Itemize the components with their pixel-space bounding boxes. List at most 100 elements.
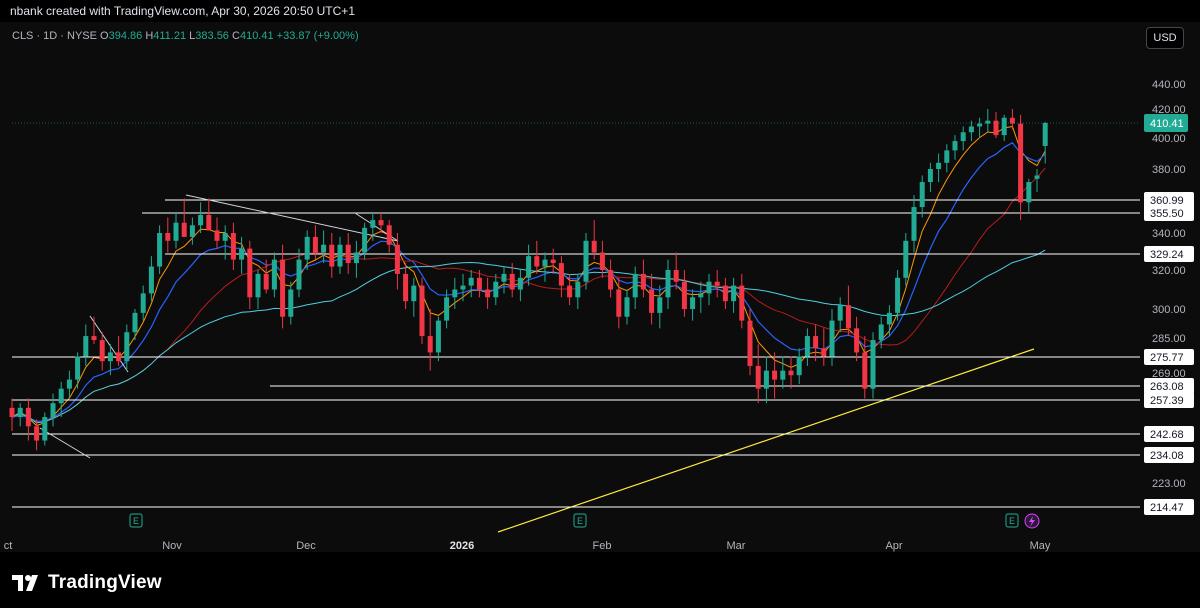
level-tag-label: 242.68 bbox=[1150, 429, 1184, 441]
candle-body bbox=[460, 285, 466, 290]
candle-body bbox=[165, 233, 171, 241]
level-tag-label: 275.77 bbox=[1150, 352, 1184, 364]
level-tag-label: 329.24 bbox=[1150, 249, 1184, 261]
price-tick-label: 440.00 bbox=[1152, 79, 1186, 91]
candle-body bbox=[116, 352, 122, 362]
candle-body bbox=[304, 236, 310, 260]
candle-body bbox=[649, 289, 655, 313]
candle-body bbox=[608, 270, 614, 290]
candle-body bbox=[148, 266, 154, 294]
candle-body bbox=[575, 281, 581, 298]
candle-body bbox=[280, 259, 286, 317]
candle-body bbox=[517, 277, 523, 290]
candle-body bbox=[444, 297, 450, 321]
candle-body bbox=[919, 182, 925, 208]
candle-body bbox=[452, 289, 458, 298]
candle-body bbox=[1034, 175, 1040, 179]
price-tags: 410.41 bbox=[12, 114, 1188, 132]
candle-body bbox=[796, 356, 802, 376]
level-tag-label: 214.47 bbox=[1150, 502, 1184, 514]
candle-body bbox=[804, 336, 810, 357]
candle-body bbox=[1018, 123, 1024, 203]
candle-body bbox=[157, 233, 163, 267]
candle-body bbox=[91, 336, 97, 341]
candle-body bbox=[419, 285, 425, 337]
candle-body bbox=[476, 277, 482, 290]
ohlc-legend[interactable]: CLS · 1D · NYSE O394.86 H411.21 L383.56 … bbox=[12, 30, 359, 42]
candle-body bbox=[542, 259, 548, 267]
candle-body bbox=[230, 233, 236, 260]
price-tick-label: 400.00 bbox=[1152, 133, 1186, 145]
event-markers[interactable]: EEE bbox=[129, 513, 1040, 529]
candle-body bbox=[25, 407, 31, 427]
earnings-label: E bbox=[133, 516, 139, 526]
candle-body bbox=[107, 352, 113, 362]
candle-body bbox=[321, 244, 327, 253]
candle-body bbox=[58, 388, 64, 404]
candle-body bbox=[862, 352, 868, 389]
candle-body bbox=[83, 336, 89, 357]
candle-body bbox=[468, 277, 474, 286]
candle-body bbox=[263, 273, 269, 290]
candle-body bbox=[583, 240, 589, 282]
trend-line bbox=[89, 315, 129, 373]
candle-body bbox=[255, 273, 261, 298]
candle-body bbox=[17, 407, 23, 418]
change-value: +33.87 (+9.00%) bbox=[276, 30, 359, 42]
candle-body bbox=[640, 273, 646, 290]
candlestick-series[interactable] bbox=[9, 109, 1048, 451]
candle-body bbox=[485, 289, 491, 298]
candle-body bbox=[288, 289, 294, 317]
price-tick-label: 340.00 bbox=[1152, 228, 1186, 240]
symbol-label[interactable]: CLS · 1D · NYSE bbox=[12, 30, 97, 42]
trend-line bbox=[39, 427, 91, 459]
candle-body bbox=[829, 320, 835, 357]
candle-body bbox=[181, 222, 187, 237]
candle-body bbox=[378, 220, 384, 226]
candle-body bbox=[567, 285, 573, 298]
candle-body bbox=[698, 293, 704, 298]
candle-body bbox=[403, 273, 409, 302]
candle-body bbox=[140, 293, 146, 313]
time-tick-label: May bbox=[1030, 540, 1051, 552]
candle-body bbox=[198, 214, 204, 226]
candle-body bbox=[1026, 182, 1032, 203]
time-tick-label: Nov bbox=[162, 540, 182, 552]
candle-body bbox=[9, 407, 15, 418]
candle-body bbox=[878, 324, 884, 341]
candle-body bbox=[75, 356, 81, 380]
time-tick-label: Feb bbox=[593, 540, 612, 552]
candle-body bbox=[42, 417, 48, 441]
candle-body bbox=[189, 225, 195, 237]
time-tick-label: Dec bbox=[296, 540, 316, 552]
candle-body bbox=[927, 169, 933, 183]
currency-button[interactable]: USD bbox=[1146, 27, 1184, 49]
low-value: 383.56 bbox=[195, 30, 229, 42]
candle-body bbox=[362, 227, 368, 253]
footer-bar: TradingView bbox=[0, 558, 1200, 608]
close-value: 410.41 bbox=[239, 30, 274, 42]
level-tag-label: 234.08 bbox=[1150, 450, 1184, 462]
candle-body bbox=[1042, 123, 1048, 146]
time-axis[interactable]: ct Nov Dec 2026 Feb Mar Apr May bbox=[4, 540, 1051, 552]
candle-body bbox=[968, 126, 974, 133]
candle-body bbox=[435, 320, 441, 353]
candle-body bbox=[34, 426, 40, 441]
sma-20-line bbox=[11, 167, 1046, 424]
tradingview-logo[interactable]: TradingView bbox=[12, 572, 162, 594]
candle-body bbox=[821, 348, 827, 357]
price-tick-label: 285.00 bbox=[1152, 333, 1186, 345]
candle-body bbox=[173, 222, 179, 241]
candle-body bbox=[780, 370, 786, 380]
candle-body bbox=[665, 270, 671, 298]
price-tick-label: 320.00 bbox=[1152, 265, 1186, 277]
candle-body bbox=[731, 285, 737, 302]
earnings-label: E bbox=[577, 516, 583, 526]
candle-body bbox=[722, 285, 728, 302]
candle-body bbox=[411, 285, 417, 302]
price-chart[interactable]: 440.00420.00400.00380.00360.00340.00320.… bbox=[0, 0, 1200, 552]
candle-body bbox=[312, 236, 318, 253]
candle-body bbox=[386, 225, 392, 245]
level-tag-label: 257.39 bbox=[1150, 395, 1184, 407]
candle-body bbox=[296, 259, 302, 290]
